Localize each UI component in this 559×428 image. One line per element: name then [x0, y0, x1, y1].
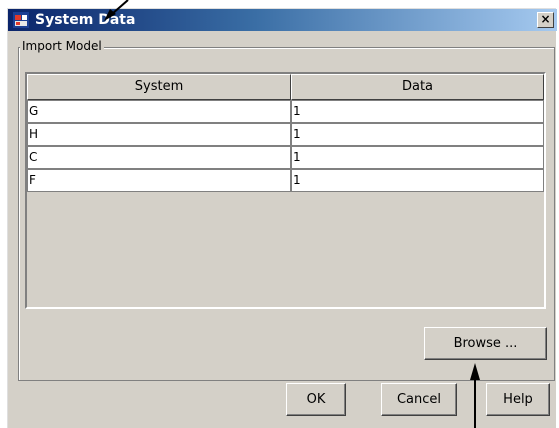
table-row: F 1 — [27, 169, 544, 192]
table-header: System Data — [27, 74, 544, 100]
data-cell[interactable]: 1 — [291, 100, 544, 123]
system-cell[interactable]: G — [27, 100, 291, 123]
data-cell[interactable]: 1 — [291, 169, 544, 192]
import-model-label: Import Model — [20, 38, 104, 54]
system-cell[interactable]: F — [27, 169, 291, 192]
data-cell[interactable]: 1 — [291, 146, 544, 169]
table-row: H 1 — [27, 123, 544, 146]
table-row: G 1 — [27, 100, 544, 123]
data-cell[interactable]: 1 — [291, 123, 544, 146]
window-title: System Data — [35, 12, 136, 28]
system-data-table[interactable]: System Data G 1 H 1 C 1 F 1 — [25, 72, 546, 309]
browse-button[interactable]: Browse ... — [424, 327, 547, 360]
system-cell[interactable]: C — [27, 146, 291, 169]
table-row: C 1 — [27, 146, 544, 169]
title-bar: System Data × — [8, 9, 557, 31]
close-button[interactable]: × — [537, 12, 554, 28]
ok-button[interactable]: OK — [286, 383, 346, 416]
system-data-dialog: System Data × Import Model System Data G… — [7, 8, 557, 428]
cancel-button[interactable]: Cancel — [381, 383, 457, 416]
column-header-system[interactable]: System — [27, 74, 291, 100]
system-cell[interactable]: H — [27, 123, 291, 146]
help-button[interactable]: Help — [486, 383, 550, 416]
column-header-data[interactable]: Data — [291, 74, 544, 100]
close-icon: × — [540, 12, 551, 26]
app-icon — [13, 12, 29, 28]
